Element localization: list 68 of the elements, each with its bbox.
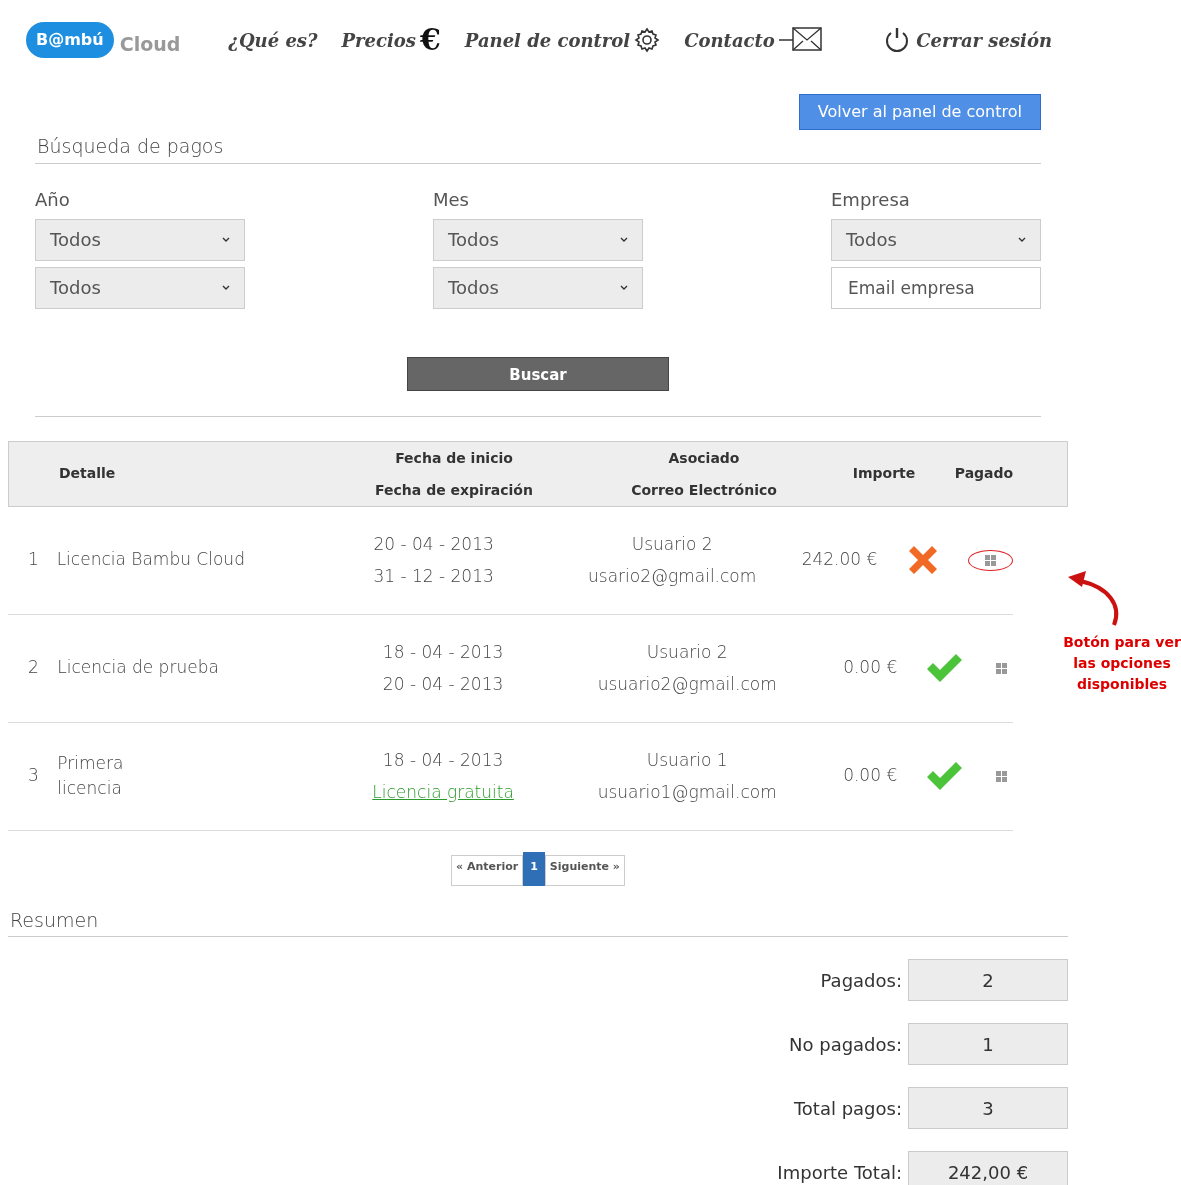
section-title: Búsqueda de pagos — [35, 130, 1041, 164]
summary-value: 242,00 € — [908, 1151, 1068, 1185]
nav-link[interactable]: ¿Qué es? — [228, 26, 318, 54]
end-date: 31 - 12 - 2013 — [372, 565, 495, 588]
chevron-icon — [222, 236, 230, 243]
column-header: Fecha de inicio Fecha de expiración — [374, 448, 534, 500]
amount: 0.00 € — [843, 657, 898, 678]
start-date: 18 - 04 - 2013 — [381, 641, 505, 664]
column-header: Pagado — [954, 464, 1014, 483]
back-button[interactable]: Volver al panel de control — [798, 94, 1041, 130]
user-name: Usuario 2 — [630, 533, 714, 556]
summary-value: 2 — [908, 959, 1068, 1001]
grid-icon — [985, 554, 996, 566]
column-header: Importe — [851, 464, 917, 483]
start-date: 18 - 04 - 2013 — [381, 749, 505, 772]
page-link[interactable]: 1 — [523, 851, 545, 886]
row-number: 2 — [28, 657, 39, 678]
select-field[interactable]: Todos — [35, 218, 245, 261]
free-license-link[interactable]: Licencia gratuita — [372, 782, 514, 802]
detail-text: Licencia Bambu Cloud — [56, 548, 245, 572]
logout-link[interactable]: Cerrar sesión — [882, 26, 1052, 54]
chevron-icon — [620, 236, 628, 243]
amount: 242.00 € — [801, 549, 878, 570]
nav-link[interactable]: Panel de control — [464, 26, 661, 54]
filter-label: Mes — [433, 187, 470, 212]
user-email: usuario2@gmail.com — [596, 673, 778, 696]
user-email: usuario1@gmail.com — [596, 781, 778, 804]
select-field[interactable]: Todos — [433, 266, 643, 309]
grid-icon — [996, 662, 1007, 674]
summary-label: Total pagos: — [793, 1096, 902, 1121]
chevron-icon — [1018, 236, 1026, 243]
logo-brand[interactable]: B@mbú — [26, 22, 114, 58]
detail-text: Licencia de prueba — [57, 656, 219, 680]
end-date: 20 - 04 - 2013 — [381, 673, 505, 696]
logo-product: Cloud — [119, 31, 181, 57]
summary-label: No pagados: — [789, 1032, 902, 1057]
column-header: Asociado Correo Electrónico — [630, 448, 778, 500]
pagination-link[interactable]: « Anterior — [451, 854, 524, 886]
row-number: 3 — [28, 765, 39, 786]
row-number: 1 — [28, 549, 39, 570]
search-button[interactable]: Buscar — [407, 356, 669, 391]
chevron-icon — [620, 284, 628, 291]
summary-value: 1 — [908, 1023, 1068, 1065]
column-header: Detalle — [59, 464, 117, 483]
select-field[interactable]: Todos — [433, 218, 643, 261]
input-field[interactable]: Email empresa — [831, 266, 1041, 309]
user-email: usario2@gmail.com — [587, 565, 758, 588]
user-name: Usuario 1 — [645, 749, 729, 772]
nav-link[interactable]: Precios€ — [341, 25, 441, 55]
detail-text: Primera licencia — [57, 751, 125, 800]
envelope-icon — [778, 26, 823, 54]
select-field[interactable]: Todos — [831, 218, 1041, 261]
user-name: Usuario 2 — [645, 641, 729, 664]
chevron-icon — [222, 284, 230, 291]
select-field[interactable]: Todos — [35, 266, 245, 309]
annotation-note: Botón para ver las opciones disponibles — [1062, 633, 1181, 694]
summary-label: Pagados: — [820, 968, 902, 993]
amount: 0.00 € — [843, 765, 898, 786]
gear-icon — [634, 27, 661, 53]
start-date: 20 - 04 - 2013 — [372, 533, 495, 556]
summary-value: 3 — [908, 1087, 1068, 1129]
grid-icon — [996, 770, 1007, 782]
summary-label: Importe Total: — [777, 1160, 902, 1185]
section-title: Resumen — [8, 903, 1068, 937]
nav-link[interactable]: Contacto — [684, 26, 823, 54]
pagination-link[interactable]: Siguiente » — [544, 854, 625, 886]
filter-label: Año — [35, 187, 71, 212]
filter-label: Empresa — [831, 187, 911, 212]
